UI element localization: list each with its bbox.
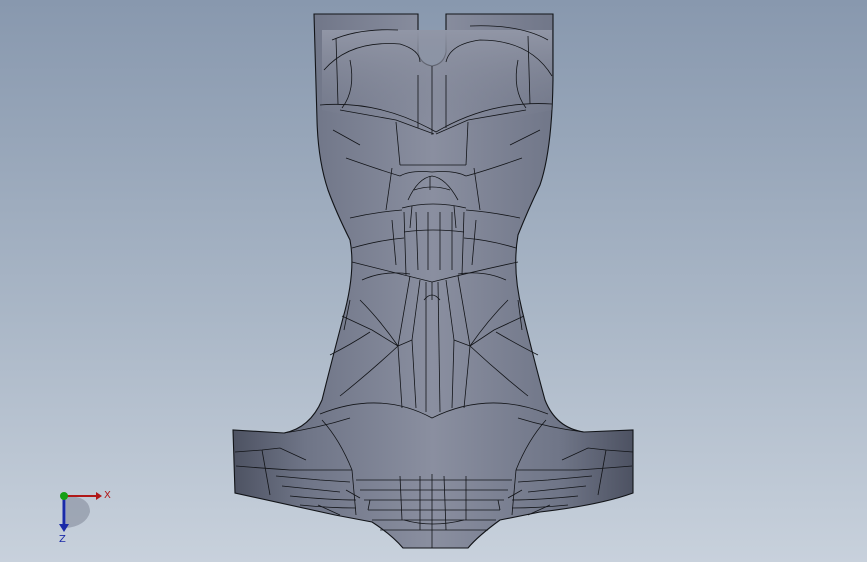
3d-model-view[interactable] [0, 0, 867, 562]
y-axis-dot [60, 492, 68, 500]
triad-shadow [66, 496, 90, 528]
z-axis-arrow [59, 524, 69, 532]
z-axis-label: Z [59, 534, 66, 545]
x-axis-label: X [104, 490, 111, 501]
graphics-viewport[interactable]: X Z [0, 0, 867, 562]
x-axis-arrow [96, 492, 102, 500]
orientation-triad: X Z [59, 490, 111, 545]
